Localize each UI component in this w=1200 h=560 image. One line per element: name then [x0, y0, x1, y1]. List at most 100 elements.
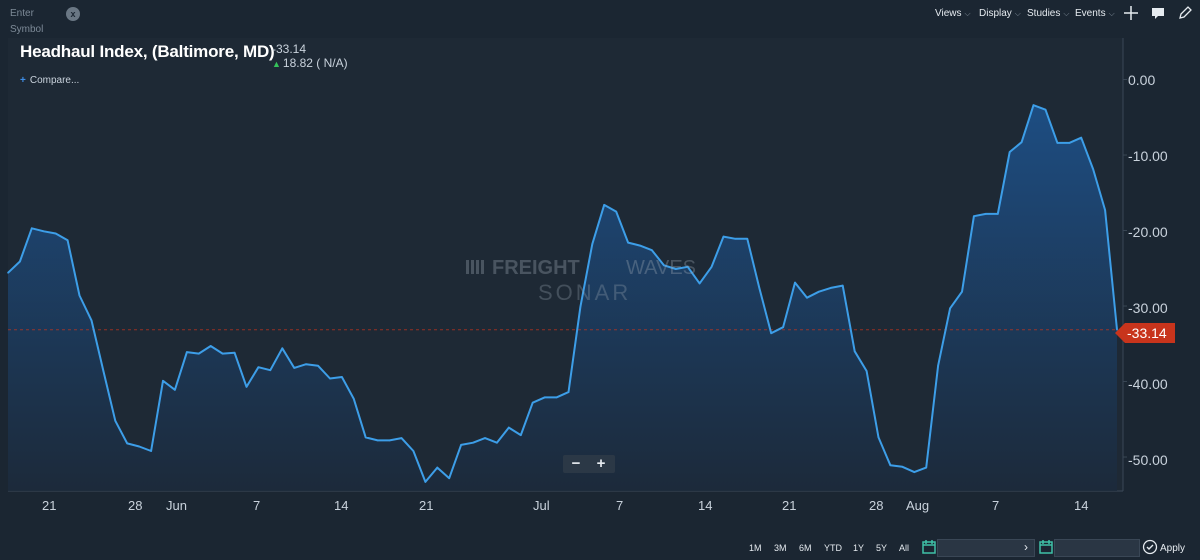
data-point — [66, 239, 69, 242]
data-point — [257, 366, 260, 369]
data-point — [114, 420, 117, 422]
zoom-controls: − + — [563, 455, 615, 473]
range-5y-button[interactable]: 5Y — [876, 543, 887, 553]
y-tick-label: -30.00 — [1128, 300, 1168, 316]
data-point — [1068, 142, 1071, 144]
range-3m-button[interactable]: 3M — [774, 543, 787, 553]
data-point — [388, 439, 391, 442]
data-point — [1080, 136, 1082, 139]
data-point — [269, 369, 272, 372]
apply-button[interactable]: Apply — [1160, 543, 1185, 554]
data-point — [794, 281, 796, 284]
data-point — [853, 350, 856, 353]
data-point — [364, 436, 367, 439]
data-point — [806, 296, 808, 299]
data-point — [1104, 209, 1106, 211]
data-point — [651, 249, 653, 251]
data-point — [31, 227, 33, 230]
data-point — [985, 213, 987, 215]
data-point — [639, 244, 641, 247]
data-point — [603, 204, 605, 206]
data-point — [591, 243, 594, 245]
data-point — [90, 319, 93, 322]
data-point — [293, 367, 296, 369]
data-point — [317, 364, 319, 367]
x-tick-label: Aug — [906, 498, 930, 513]
check-circle-icon[interactable] — [1142, 539, 1158, 555]
data-point — [615, 210, 617, 213]
end-date-input[interactable] — [1054, 539, 1140, 557]
data-point — [877, 436, 880, 439]
data-point — [1044, 108, 1047, 111]
data-point — [281, 347, 284, 350]
data-point — [305, 363, 307, 366]
change-value-text: 18.82 ( N/A) — [282, 56, 348, 70]
data-point — [818, 290, 820, 293]
data-point — [436, 466, 439, 469]
data-point — [209, 345, 212, 347]
data-point — [997, 213, 999, 215]
zoom-in-button[interactable]: + — [589, 455, 613, 473]
data-point — [734, 238, 737, 240]
x-tick-label: 14 — [334, 498, 349, 513]
data-point — [1092, 168, 1094, 171]
data-point — [937, 364, 939, 367]
data-point — [520, 434, 522, 436]
data-point — [341, 376, 343, 378]
data-point — [221, 352, 224, 355]
watermark-freight: FREIGHT — [492, 257, 580, 279]
x-tick-label: Jul — [533, 498, 550, 513]
data-point — [198, 352, 200, 355]
x-tick-label: 14 — [698, 498, 713, 513]
chart-title: Headhaul Index, (Baltimore, MD) — [20, 42, 275, 61]
logo-bar — [476, 260, 479, 274]
data-point — [353, 398, 355, 400]
start-date-input[interactable] — [937, 539, 1035, 557]
data-point — [126, 442, 128, 445]
data-point — [138, 445, 140, 448]
data-point — [1056, 142, 1059, 144]
data-point — [746, 238, 749, 240]
range-1m-button[interactable]: 1M — [749, 543, 762, 553]
data-point — [7, 272, 9, 274]
watermark-sonar: SONAR — [538, 280, 631, 305]
x-tick-label: 21 — [419, 498, 434, 513]
data-point — [1032, 104, 1035, 106]
chevron-right-icon: › — [1024, 540, 1028, 554]
data-point — [376, 439, 379, 442]
up-arrow-icon: ▲ — [272, 59, 281, 69]
data-point — [329, 377, 331, 380]
zoom-out-button[interactable]: − — [564, 455, 588, 473]
compare-button[interactable]: + Compare... — [20, 75, 79, 86]
x-tick-label: 7 — [992, 498, 1000, 513]
data-point — [543, 396, 546, 399]
range-ytd-button[interactable]: YTD — [824, 543, 842, 553]
data-point — [758, 287, 761, 289]
data-point — [782, 326, 784, 329]
data-point — [162, 380, 164, 382]
range-1y-button[interactable]: 1Y — [853, 543, 864, 553]
data-point — [472, 441, 474, 444]
data-point — [865, 370, 868, 372]
data-point — [567, 391, 570, 393]
data-point — [722, 235, 725, 238]
calendar-icon[interactable] — [1038, 539, 1054, 555]
calendar-icon[interactable] — [921, 539, 937, 555]
data-point — [949, 307, 951, 310]
range-6m-button[interactable]: 6M — [799, 543, 812, 553]
data-point — [1008, 151, 1011, 153]
x-tick-label: 28 — [869, 498, 884, 513]
x-tick-label: 7 — [616, 498, 624, 513]
data-point — [889, 464, 892, 467]
data-point — [508, 426, 510, 429]
data-point — [841, 284, 844, 287]
data-point — [400, 437, 403, 439]
y-tick-label: -40.00 — [1128, 376, 1168, 392]
change-value: ▲ 18.82 ( N/A) — [272, 56, 348, 70]
data-point — [43, 230, 45, 233]
data-point — [579, 306, 582, 308]
x-tick-label: 7 — [253, 498, 261, 513]
x-tick-label: 28 — [128, 498, 143, 513]
y-tick-label: -20.00 — [1128, 224, 1168, 240]
range-all-button[interactable]: All — [899, 543, 909, 553]
